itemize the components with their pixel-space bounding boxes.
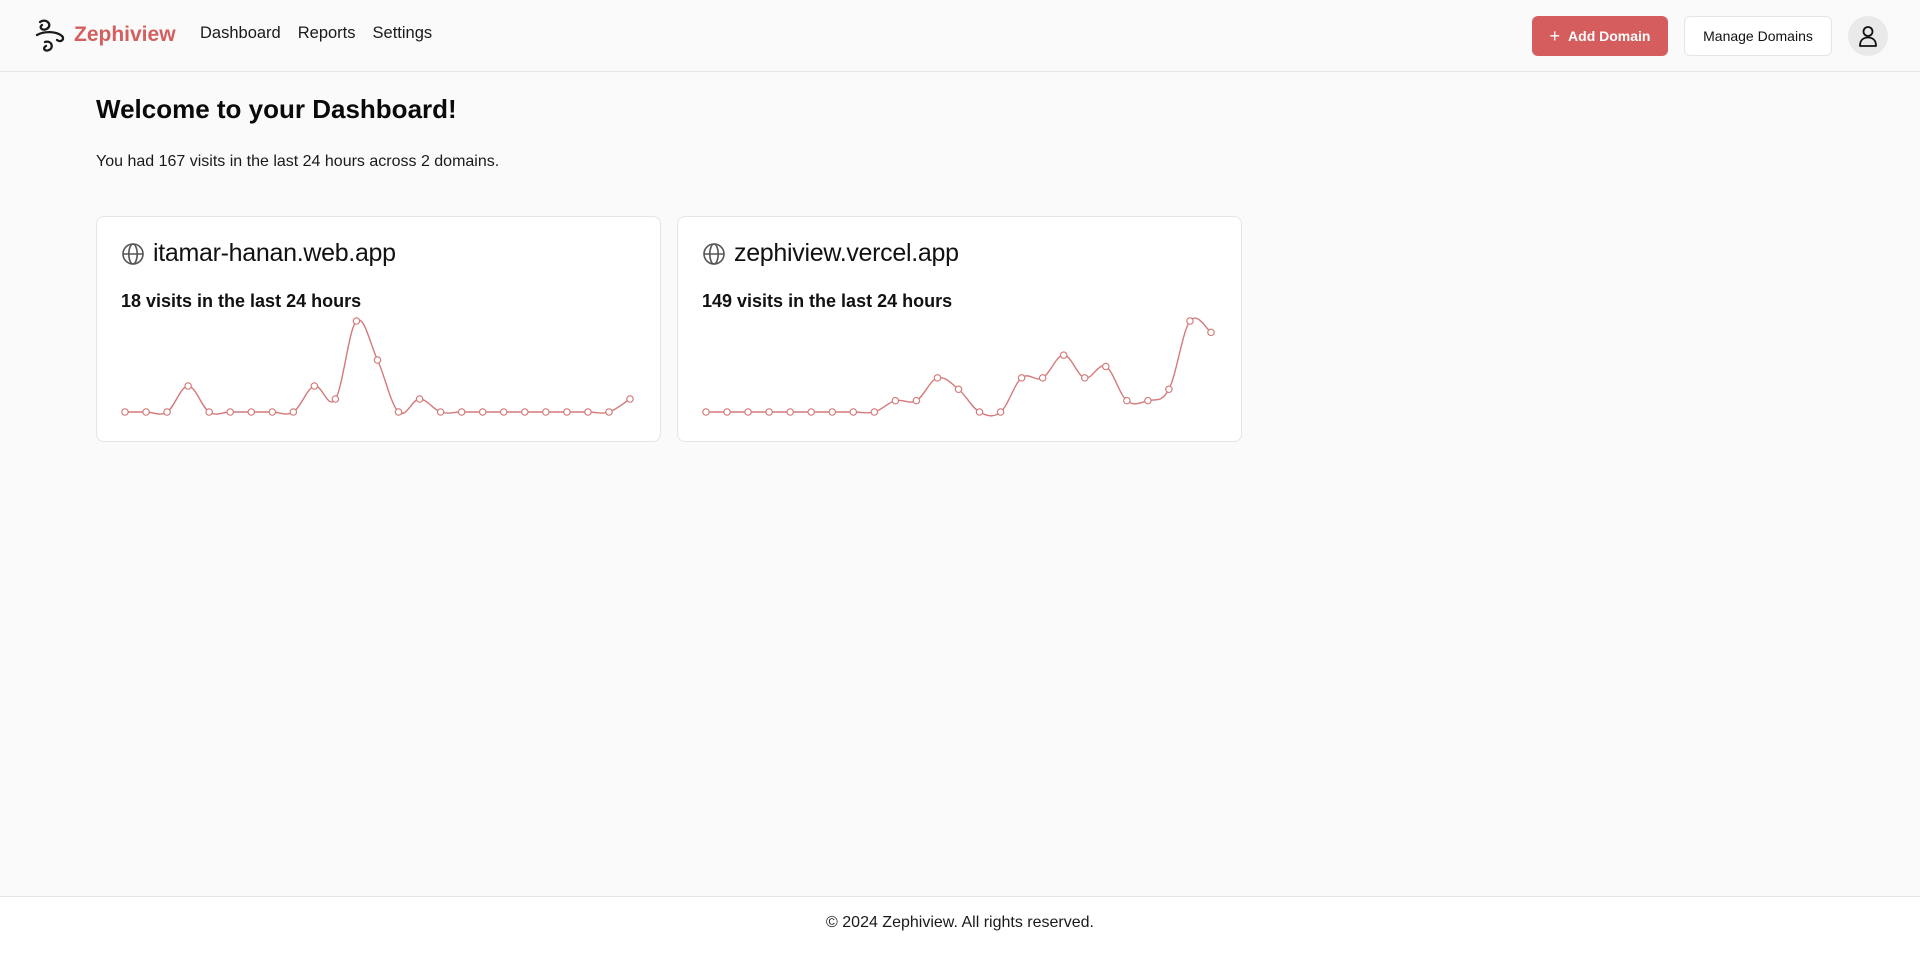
- series-line: [706, 317, 1212, 417]
- add-domain-button[interactable]: + Add Domain: [1532, 16, 1668, 56]
- add-domain-label: Add Domain: [1568, 28, 1651, 44]
- data-point[interactable]: [1059, 351, 1068, 359]
- avatar[interactable]: [1848, 16, 1888, 56]
- data-point[interactable]: [184, 382, 192, 390]
- data-point[interactable]: [310, 382, 319, 390]
- data-point[interactable]: [975, 408, 984, 416]
- data-point[interactable]: [1186, 317, 1194, 325]
- data-point[interactable]: [786, 408, 794, 416]
- data-point[interactable]: [289, 408, 298, 416]
- data-point[interactable]: [331, 395, 340, 403]
- page-title: Welcome to your Dashboard!: [96, 94, 457, 124]
- data-point[interactable]: [247, 408, 256, 416]
- data-point[interactable]: [563, 408, 571, 416]
- data-point[interactable]: [702, 408, 710, 416]
- wind-swirl-icon: [35, 19, 65, 52]
- data-point[interactable]: [142, 408, 150, 416]
- brand-name: Zephiview: [74, 23, 176, 46]
- data-point[interactable]: [352, 317, 361, 325]
- data-point[interactable]: [163, 408, 171, 416]
- data-point[interactable]: [744, 408, 752, 416]
- data-point[interactable]: [912, 396, 921, 405]
- visits-summary: You had 167 visits in the last 24 hours …: [96, 153, 500, 170]
- data-point[interactable]: [1101, 362, 1110, 371]
- data-point[interactable]: [1144, 396, 1152, 405]
- data-point[interactable]: [1017, 374, 1026, 382]
- data-point[interactable]: [849, 408, 858, 416]
- nav-settings[interactable]: Settings: [373, 24, 433, 43]
- data-point[interactable]: [1123, 396, 1131, 405]
- series-line: [125, 319, 631, 415]
- user-icon: [1859, 26, 1877, 47]
- data-point[interactable]: [121, 408, 129, 416]
- visits-sparkline: [702, 317, 1215, 417]
- data-point[interactable]: [933, 374, 942, 382]
- data-point[interactable]: [268, 408, 277, 416]
- data-point[interactable]: [520, 408, 529, 416]
- data-point[interactable]: [457, 408, 466, 416]
- domain-card[interactable]: zephiview.vercel.app 149 visits in the l…: [677, 216, 1242, 442]
- visits-sparkline: [121, 317, 634, 416]
- data-point[interactable]: [828, 408, 837, 416]
- data-point[interactable]: [1207, 328, 1215, 337]
- top-navbar: Zephiview Dashboard Reports Settings + A…: [0, 0, 1920, 72]
- data-point[interactable]: [584, 408, 592, 416]
- nav-reports[interactable]: Reports: [298, 24, 356, 43]
- data-point[interactable]: [205, 408, 213, 416]
- data-point[interactable]: [605, 408, 613, 416]
- data-point[interactable]: [1165, 385, 1173, 394]
- data-point[interactable]: [394, 408, 403, 416]
- data-point[interactable]: [1080, 374, 1089, 382]
- nav-dashboard[interactable]: Dashboard: [200, 24, 281, 43]
- data-point[interactable]: [499, 408, 508, 416]
- data-point[interactable]: [626, 395, 634, 403]
- data-point[interactable]: [954, 385, 963, 394]
- data-point[interactable]: [723, 408, 731, 416]
- data-point[interactable]: [436, 408, 445, 416]
- footer: © 2024 Zephiview. All rights reserved.: [0, 896, 1920, 953]
- data-point[interactable]: [807, 408, 816, 416]
- plus-icon: +: [1549, 26, 1561, 46]
- domain-card[interactable]: itamar-hanan.web.app 18 visits in the la…: [96, 216, 661, 442]
- data-point[interactable]: [996, 408, 1005, 416]
- data-point[interactable]: [226, 408, 235, 416]
- data-point[interactable]: [373, 356, 382, 364]
- data-point[interactable]: [478, 408, 487, 416]
- brand-logo[interactable]: Zephiview: [34, 16, 176, 54]
- data-point[interactable]: [765, 408, 773, 416]
- data-point[interactable]: [415, 395, 424, 403]
- manage-domains-button[interactable]: Manage Domains: [1684, 16, 1832, 56]
- main-nav: Dashboard Reports Settings: [200, 24, 449, 43]
- data-point[interactable]: [891, 396, 900, 405]
- data-point[interactable]: [1038, 374, 1047, 382]
- data-point[interactable]: [870, 408, 879, 416]
- data-point[interactable]: [542, 408, 550, 416]
